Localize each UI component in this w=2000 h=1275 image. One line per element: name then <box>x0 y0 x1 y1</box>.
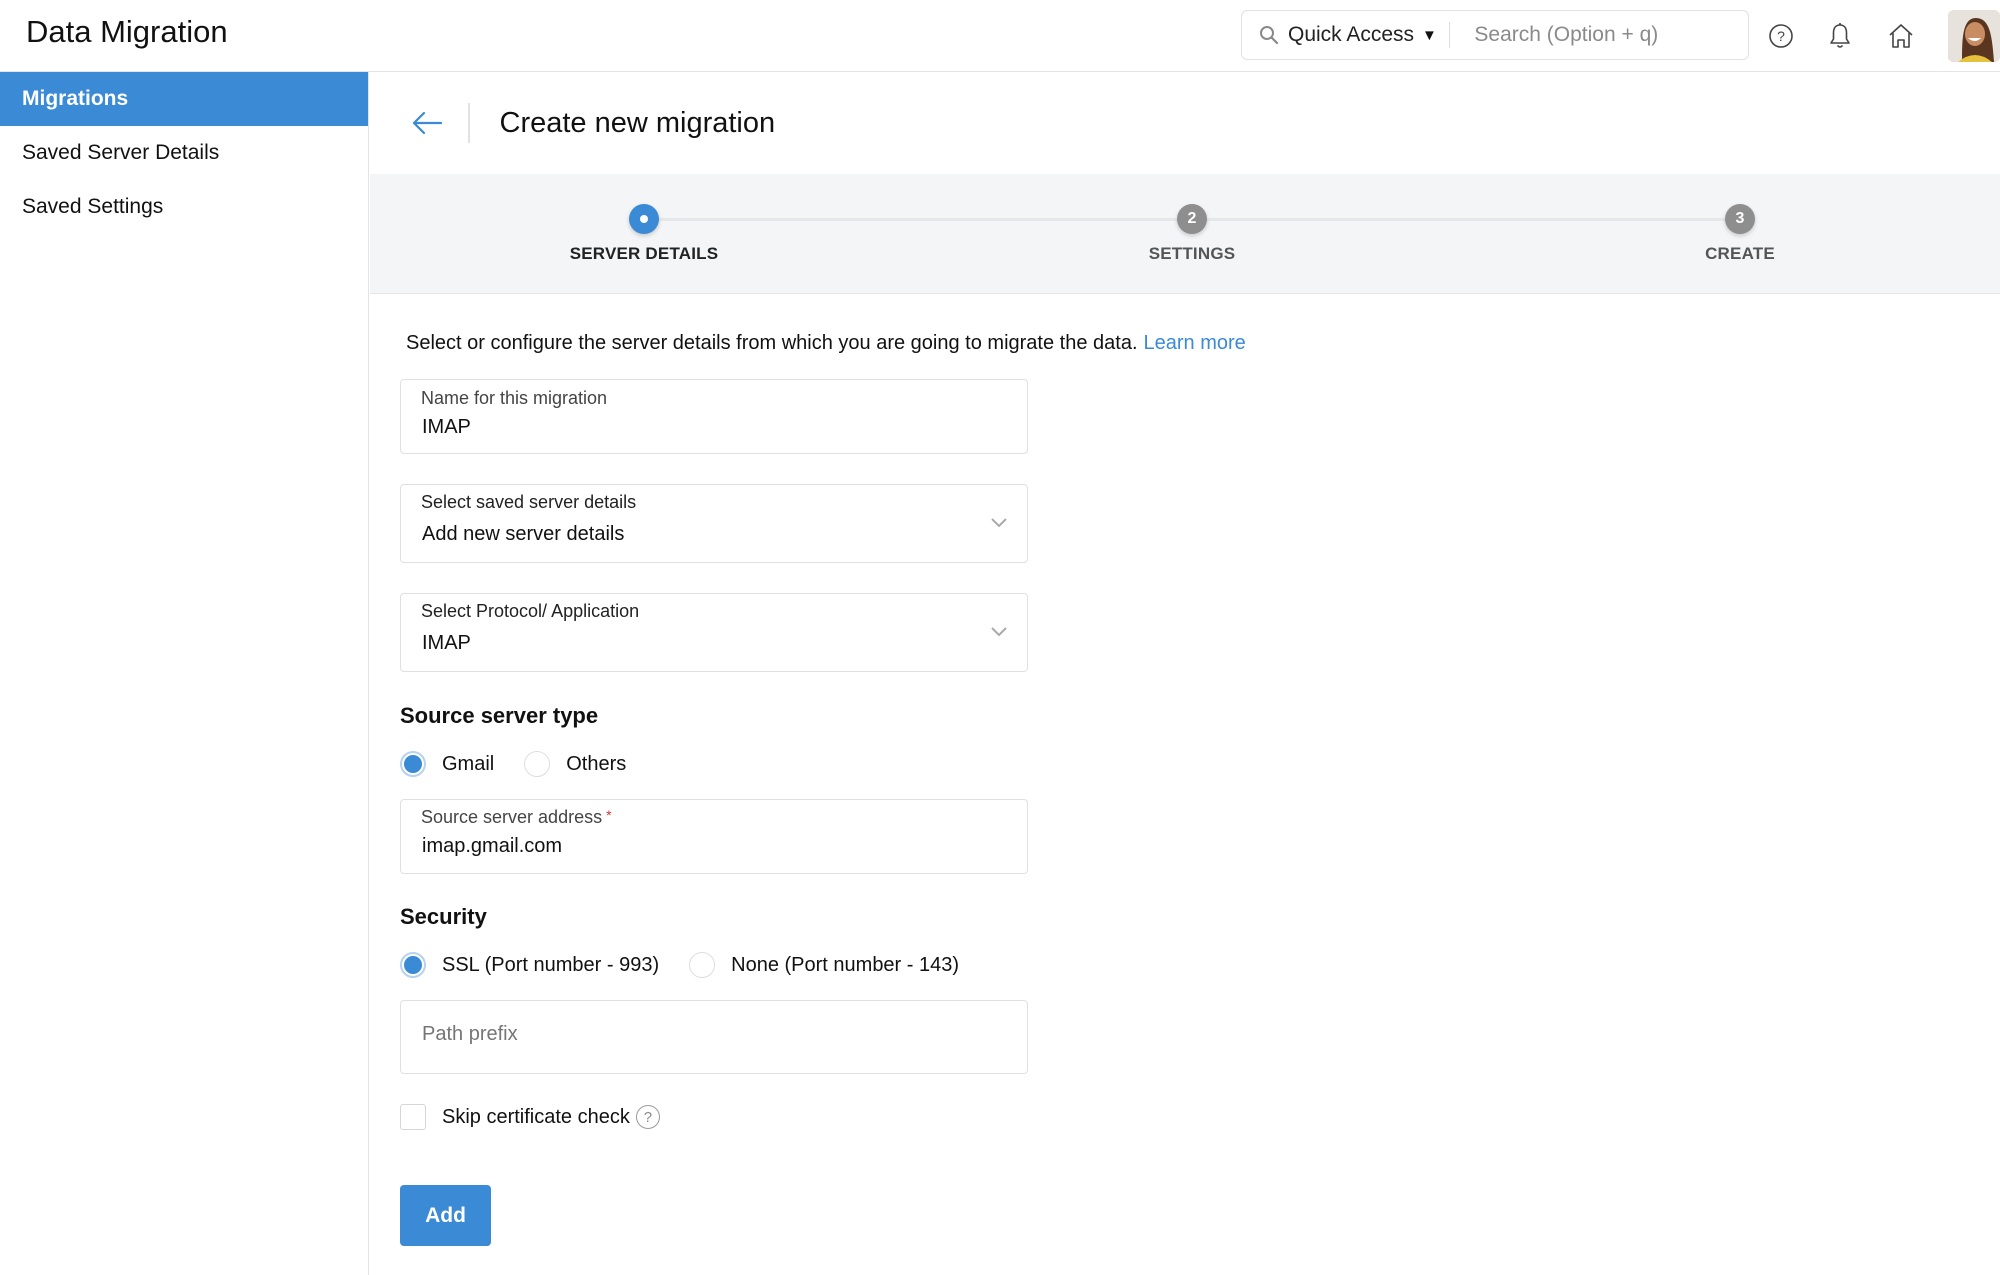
chevron-down-icon[interactable] <box>989 624 1009 638</box>
protocol-select[interactable]: Select Protocol/ Application IMAP <box>400 593 1028 672</box>
page-header: Create new migration <box>370 72 2000 174</box>
field-label: Name for this migration <box>421 388 608 408</box>
step-label: SETTINGS <box>1148 244 1236 263</box>
source-server-type-radio-group: Gmail Others <box>400 751 1300 777</box>
add-button[interactable]: Add <box>400 1185 491 1246</box>
source-server-address-input[interactable] <box>422 835 1002 858</box>
checkbox-label[interactable]: Skip certificate check <box>442 1106 630 1129</box>
main-content: Create new migration SERVER DETAILS 2 SE… <box>370 72 2000 1275</box>
step-number: 3 <box>1725 204 1755 234</box>
step-create[interactable]: 3 CREATE <box>1620 204 1860 264</box>
radio-others[interactable] <box>524 751 551 777</box>
migration-name-input[interactable] <box>422 416 1002 439</box>
radio-label[interactable]: SSL (Port number - 993) <box>442 954 659 977</box>
divider <box>468 103 470 143</box>
avatar[interactable] <box>1948 10 2000 62</box>
learn-more-link[interactable]: Learn more <box>1144 332 1246 354</box>
sidebar-item-migrations[interactable]: Migrations <box>0 72 368 126</box>
field-label-text: Source server address <box>421 807 603 827</box>
field-label: Select saved server details <box>421 492 637 512</box>
step-settings[interactable]: 2 SETTINGS <box>1072 204 1312 264</box>
caret-down-icon[interactable]: ▼ <box>1422 27 1437 44</box>
intro-description: Select or configure the server details f… <box>406 332 1138 354</box>
migration-name-field[interactable]: Name for this migration <box>400 379 1028 454</box>
saved-server-select[interactable]: Select saved server details Add new serv… <box>400 484 1028 563</box>
arrow-left-icon <box>412 111 443 135</box>
top-bar: Data Migration Quick Access ▼ ? <box>0 0 2000 72</box>
sidebar: Migrations Saved Server Details Saved Se… <box>0 72 369 1275</box>
help-icon[interactable]: ? <box>1765 20 1797 52</box>
field-label: Select Protocol/ Application <box>421 601 640 621</box>
home-icon[interactable] <box>1885 20 1917 52</box>
section-title-security: Security <box>400 904 487 929</box>
page-title: Create new migration <box>499 106 776 139</box>
sidebar-item-saved-settings[interactable]: Saved Settings <box>0 180 368 234</box>
radio-ssl[interactable] <box>400 952 426 978</box>
required-mark: * <box>606 807 612 823</box>
field-label: Source server address * <box>421 807 612 828</box>
step-label: SERVER DETAILS <box>569 244 719 263</box>
step-indicator-active <box>629 204 659 234</box>
step-server-details[interactable]: SERVER DETAILS <box>524 204 764 264</box>
select-value: Add new server details <box>422 523 625 545</box>
step-number: 2 <box>1177 204 1207 234</box>
skip-certificate-row: Skip certificate check ? <box>400 1104 1300 1130</box>
radio-label[interactable]: Others <box>566 753 626 776</box>
bell-icon[interactable] <box>1824 20 1856 52</box>
step-label: CREATE <box>1705 244 1775 263</box>
path-prefix-field[interactable] <box>400 1000 1028 1074</box>
sidebar-item-saved-server-details[interactable]: Saved Server Details <box>0 126 368 180</box>
select-value: IMAP <box>422 632 471 654</box>
source-server-address-field[interactable]: Source server address * <box>400 799 1028 874</box>
intro-text: Select or configure the server details f… <box>406 332 1300 355</box>
section-title-source-server-type: Source server type <box>400 703 599 728</box>
help-icon[interactable]: ? <box>635 1105 660 1129</box>
radio-label[interactable]: Gmail <box>442 753 494 776</box>
svg-text:?: ? <box>1777 28 1785 44</box>
security-radio-group: SSL (Port number - 993) None (Port numbe… <box>400 952 1300 978</box>
search-icon <box>1258 24 1280 46</box>
quick-access-dropdown[interactable]: Quick Access <box>1288 23 1414 47</box>
quick-access-search[interactable]: Quick Access ▼ <box>1241 10 1749 60</box>
radio-none[interactable] <box>689 952 716 978</box>
path-prefix-input[interactable] <box>422 1023 1002 1046</box>
divider <box>1448 22 1451 48</box>
radio-gmail[interactable] <box>400 751 426 777</box>
radio-label[interactable]: None (Port number - 143) <box>731 954 959 977</box>
search-input[interactable] <box>1474 23 1735 47</box>
back-button[interactable] <box>408 104 446 142</box>
chevron-down-icon[interactable] <box>989 515 1009 529</box>
app-title: Data Migration <box>26 14 228 49</box>
stepper: SERVER DETAILS 2 SETTINGS 3 CREATE <box>370 174 2000 294</box>
skip-certificate-checkbox[interactable] <box>400 1104 426 1130</box>
server-details-form: Select or configure the server details f… <box>400 294 1300 1246</box>
